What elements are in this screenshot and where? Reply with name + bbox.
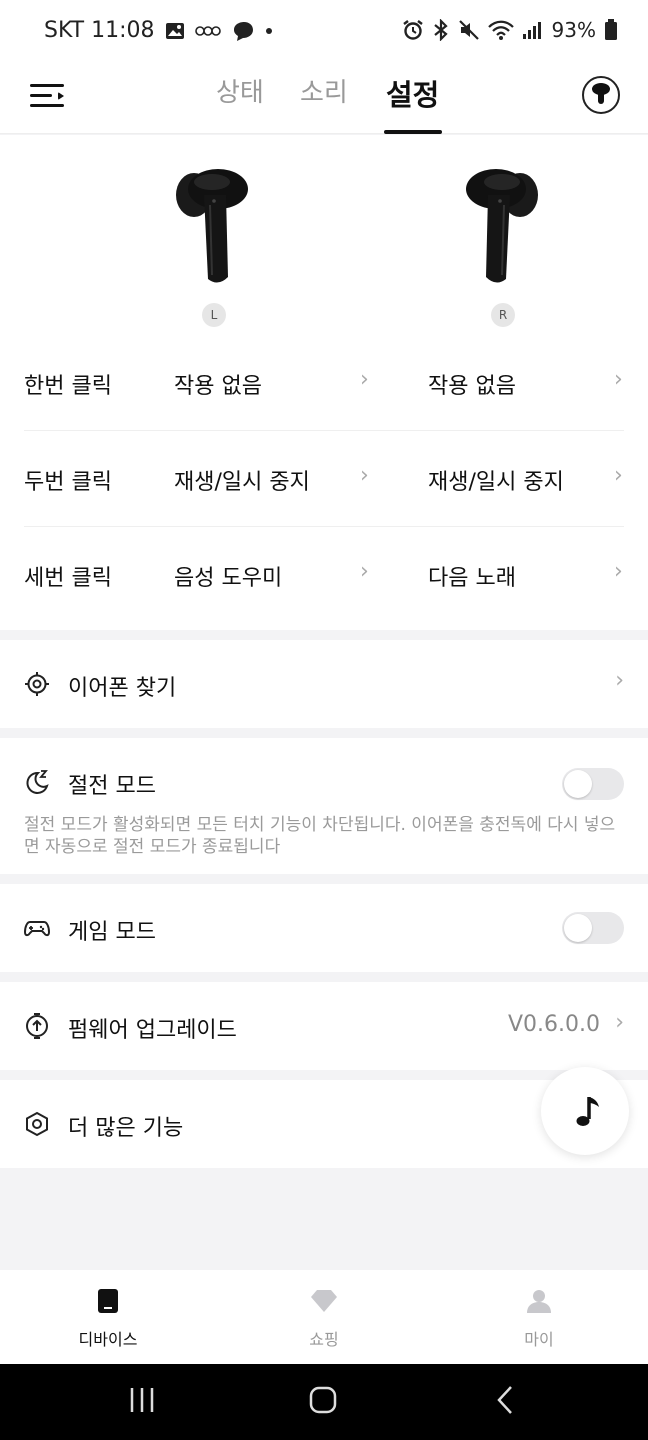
chevron-right-icon: › <box>615 1010 624 1035</box>
right-action-value[interactable]: 재생/일시 중지 <box>428 464 564 496</box>
earbud-icon <box>592 83 610 104</box>
firmware-upgrade-row[interactable]: 펌웨어 업그레이드 V0.6.0.0 › <box>0 982 648 1070</box>
hexagon-settings-icon <box>26 1111 48 1137</box>
power-saving-toggle[interactable] <box>562 768 624 800</box>
alarm-icon <box>402 20 423 40</box>
gamepad-icon <box>24 921 50 937</box>
top-header: 상태 소리 설정 <box>0 64 648 134</box>
section-divider <box>0 874 648 884</box>
section-divider <box>0 630 648 640</box>
active-tab-indicator <box>384 130 442 134</box>
nav-shopping[interactable]: 쇼핑 <box>264 1288 384 1350</box>
section-divider <box>0 972 648 982</box>
firmware-upgrade-label: 펌웨어 업그레이드 <box>68 1018 237 1043</box>
nav-device-label: 디바이스 <box>78 1330 138 1349</box>
earbud-device-button[interactable] <box>582 76 620 114</box>
battery-icon <box>605 19 617 40</box>
chat-icon <box>233 21 253 41</box>
right-earbud-image <box>466 169 538 283</box>
power-saving-row: 절전 모드 절전 모드가 활성화되면 모든 터치 기능이 차단됩니다. 이어폰을… <box>0 738 648 874</box>
nav-my-label: 마이 <box>524 1330 554 1349</box>
notification-icon <box>194 25 221 36</box>
mute-icon <box>458 20 479 40</box>
nav-my[interactable]: 마이 <box>479 1288 599 1350</box>
tab-settings[interactable]: 설정 <box>386 72 439 114</box>
control-name: 세번 클릭 <box>24 566 112 591</box>
person-icon <box>527 1290 551 1313</box>
settings-content: L R 한번 클릭 작용 없음 › 작용 없음 › 두번 클릭 재생/일시 중지… <box>0 135 648 1168</box>
back-icon[interactable] <box>493 1384 517 1416</box>
bluetooth-icon <box>433 19 448 41</box>
touch-controls-table: 한번 클릭 작용 없음 › 작용 없음 › 두번 클릭 재생/일시 중지 › 재… <box>0 335 648 630</box>
signal-icon <box>522 22 541 39</box>
diamond-icon <box>311 1290 337 1312</box>
left-action-value[interactable]: 재생/일시 중지 <box>174 464 310 496</box>
chevron-right-icon[interactable]: › <box>614 367 623 392</box>
power-saving-label: 절전 모드 <box>68 774 156 799</box>
nav-device[interactable]: 디바이스 <box>48 1288 168 1350</box>
nav-shopping-label: 쇼핑 <box>309 1330 339 1349</box>
status-bar: SKT 11:08 93% <box>0 0 648 64</box>
carrier-time: SKT 11:08 <box>44 18 155 43</box>
find-earphones-label: 이어폰 찾기 <box>68 676 177 701</box>
game-mode-label: 게임 모드 <box>68 920 156 945</box>
recent-apps-icon[interactable] <box>128 1384 156 1416</box>
status-right: 93% <box>402 18 618 42</box>
device-icon <box>98 1289 118 1313</box>
earbuds-visual: L R <box>0 135 648 335</box>
tab-status[interactable]: 상태 <box>216 72 264 109</box>
battery-percent: 93% <box>551 18 596 42</box>
power-saving-description: 절전 모드가 활성화되면 모든 터치 기능이 차단됩니다. 이어폰을 충전독에 … <box>24 815 616 857</box>
chevron-right-icon[interactable]: › <box>360 463 369 488</box>
tab-sound[interactable]: 소리 <box>300 72 348 109</box>
firmware-version: V0.6.0.0 <box>507 1012 600 1037</box>
game-mode-row: 게임 모드 <box>0 884 648 972</box>
wifi-icon <box>487 20 514 40</box>
chevron-right-icon[interactable]: › <box>360 559 369 584</box>
moon-sleep-icon <box>26 770 49 794</box>
music-note-icon <box>576 1097 599 1126</box>
left-action-value[interactable]: 음성 도우미 <box>174 560 282 592</box>
left-earbud-label: L <box>202 303 226 327</box>
chevron-right-icon: › <box>615 668 624 693</box>
right-action-value[interactable]: 작용 없음 <box>428 368 516 400</box>
left-earbud-image <box>176 169 248 283</box>
control-row-double-tap: 두번 클릭 재생/일시 중지 › 재생/일시 중지 › <box>24 431 624 527</box>
firmware-upload-icon <box>26 1013 48 1039</box>
bottom-navigation: 디바이스 쇼핑 마이 <box>0 1270 648 1364</box>
menu-button[interactable] <box>30 82 64 110</box>
system-navigation-bar <box>0 1364 648 1440</box>
status-left: SKT 11:08 <box>44 18 273 43</box>
chevron-right-icon[interactable]: › <box>360 367 369 392</box>
target-icon <box>25 672 49 696</box>
chevron-right-icon[interactable]: › <box>614 463 623 488</box>
find-earphones-row[interactable]: 이어폰 찾기 › <box>0 640 648 728</box>
right-earbud-label: R <box>491 303 515 327</box>
control-name: 두번 클릭 <box>24 470 112 495</box>
control-name: 한번 클릭 <box>24 374 112 399</box>
left-action-value[interactable]: 작용 없음 <box>174 368 262 400</box>
right-action-value[interactable]: 다음 노래 <box>428 560 516 592</box>
chevron-right-icon[interactable]: › <box>614 559 623 584</box>
dot-icon <box>265 27 272 34</box>
control-row-triple-tap: 세번 클릭 음성 도우미 › 다음 노래 › <box>24 527 624 623</box>
gallery-icon <box>165 22 184 39</box>
music-floating-button[interactable] <box>541 1067 629 1155</box>
section-divider <box>0 728 648 738</box>
game-mode-toggle[interactable] <box>562 912 624 944</box>
more-features-label: 더 많은 기능 <box>68 1116 184 1141</box>
home-icon[interactable] <box>307 1384 339 1416</box>
control-row-single-tap: 한번 클릭 작용 없음 › 작용 없음 › <box>24 335 624 431</box>
